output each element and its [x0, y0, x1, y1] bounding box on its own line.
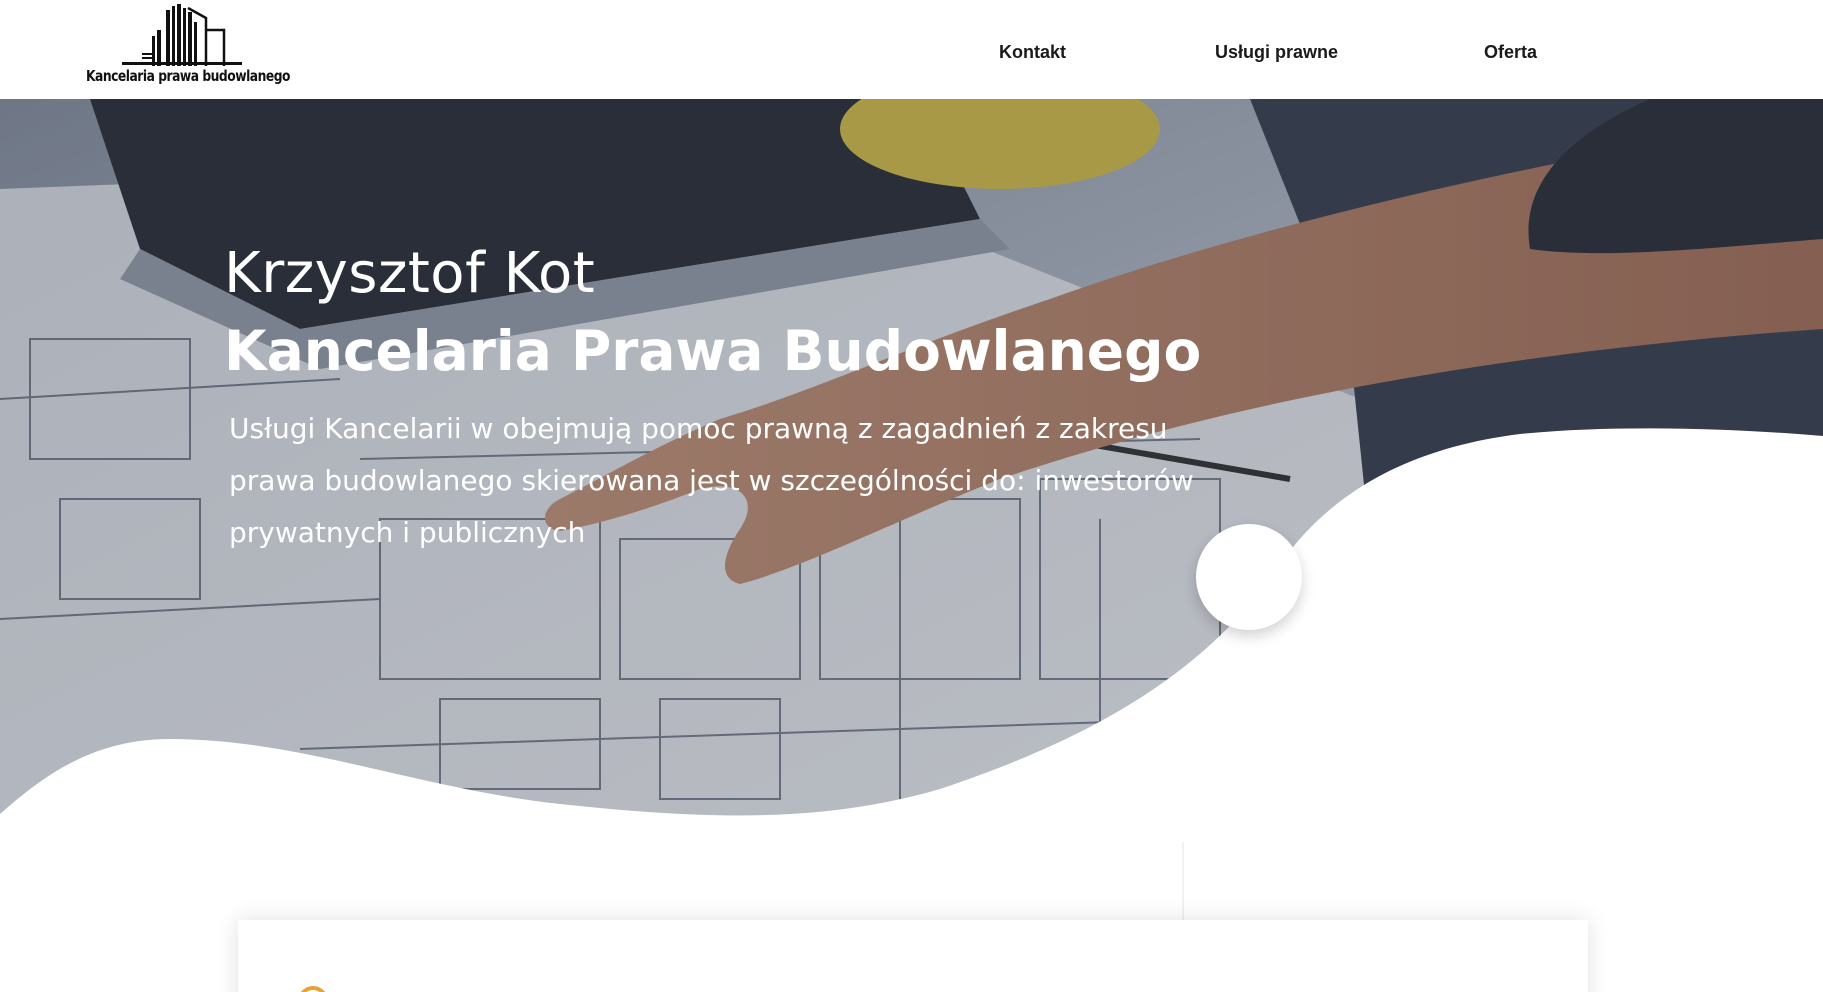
divider-line	[1182, 842, 1184, 920]
hero-text-block: Krzysztof Kot Kancelaria Prawa Budowlane…	[224, 237, 1274, 559]
hero-title: Kancelaria Prawa Budowlanego	[224, 319, 1202, 383]
nav-uslugi-prawne[interactable]: Usługi prawne	[1215, 42, 1338, 63]
logo-text: Kancelaria prawa budowlanego	[86, 67, 291, 85]
nav-oferta[interactable]: Oferta	[1484, 42, 1537, 63]
nav-kontakt[interactable]: Kontakt	[999, 42, 1066, 63]
building-logo-icon	[122, 4, 242, 66]
hero-name: Krzysztof Kot	[224, 241, 596, 306]
page: Kancelaria prawa budowlanego Kontakt Usł…	[0, 0, 1823, 992]
site-header: Kancelaria prawa budowlanego Kontakt Usł…	[0, 0, 1823, 99]
card-icon	[298, 986, 328, 992]
hero-section: Krzysztof Kot Kancelaria Prawa Budowlane…	[0, 99, 1823, 834]
hero-description: Usługi Kancelarii w obejmują pomoc prawn…	[229, 412, 1194, 549]
logo[interactable]: Kancelaria prawa budowlanego	[86, 2, 292, 88]
content-card	[238, 920, 1588, 992]
decorative-circle	[1196, 524, 1302, 630]
